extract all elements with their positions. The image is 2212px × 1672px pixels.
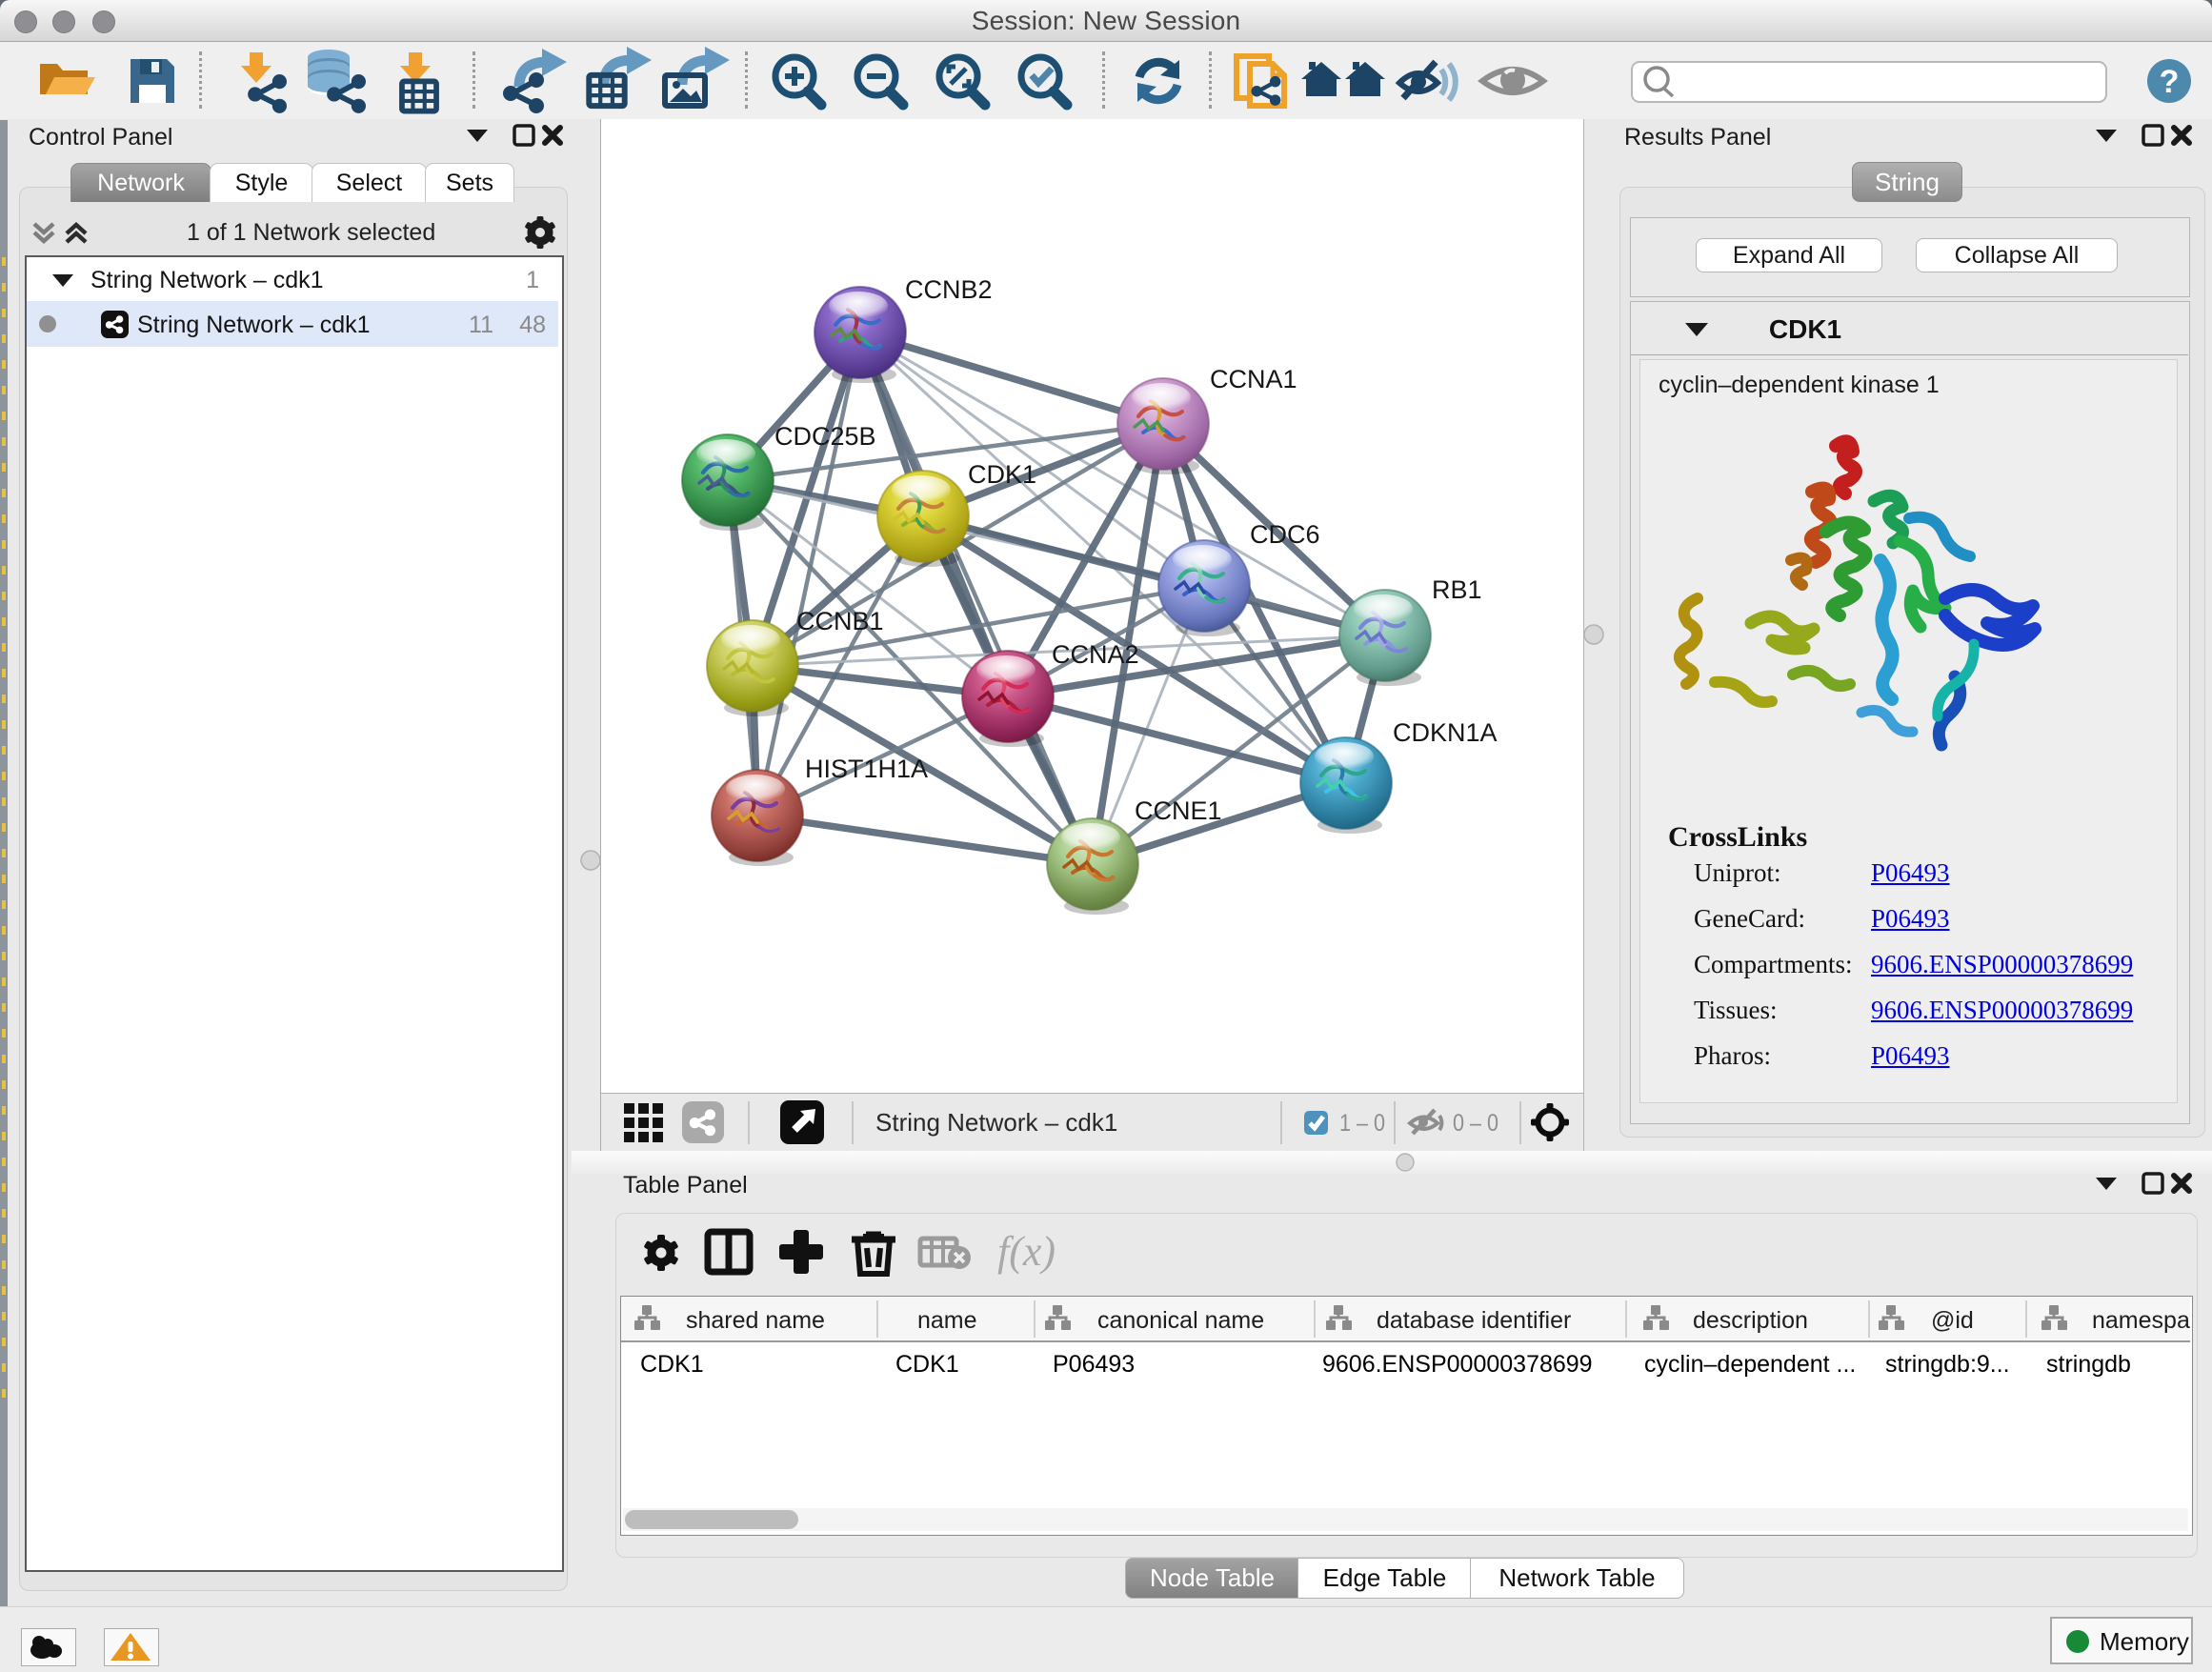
svg-text:P06493: P06493 bbox=[1053, 1351, 1135, 1378]
svg-text:String Network – cdk1: String Network – cdk1 bbox=[875, 1108, 1117, 1137]
svg-text:CCNE1: CCNE1 bbox=[1135, 796, 1222, 825]
svg-text:9606.ENSP00000378699: 9606.ENSP00000378699 bbox=[1322, 1351, 1593, 1378]
svg-text:name: name bbox=[917, 1307, 977, 1334]
svg-text:stringdb:9...: stringdb:9... bbox=[1885, 1351, 2010, 1378]
svg-text:String Network – cdk1: String Network – cdk1 bbox=[137, 312, 371, 338]
svg-text:1: 1 bbox=[526, 267, 539, 293]
svg-text:CDC6: CDC6 bbox=[1250, 520, 1320, 549]
svg-text:CCNA1: CCNA1 bbox=[1210, 365, 1297, 393]
svg-text:CDKN1A: CDKN1A bbox=[1393, 718, 1498, 747]
svg-text:CDK1: CDK1 bbox=[640, 1351, 704, 1378]
svg-text:canonical name: canonical name bbox=[1097, 1307, 1264, 1334]
svg-text:database identifier: database identifier bbox=[1377, 1307, 1571, 1334]
svg-text:1 of 1 Network selected: 1 of 1 Network selected bbox=[187, 219, 435, 246]
svg-text:shared name: shared name bbox=[686, 1307, 825, 1334]
svg-text:0 – 0: 0 – 0 bbox=[1453, 1110, 1498, 1137]
svg-text:CCNB2: CCNB2 bbox=[905, 275, 993, 304]
svg-text:cyclin–dependent ...: cyclin–dependent ... bbox=[1644, 1351, 1856, 1378]
svg-text:RB1: RB1 bbox=[1432, 575, 1482, 604]
svg-text:1 – 0: 1 – 0 bbox=[1339, 1110, 1385, 1137]
svg-text:CDK1: CDK1 bbox=[968, 460, 1036, 489]
svg-text:CCNB1: CCNB1 bbox=[796, 607, 884, 635]
svg-text:CDC25B: CDC25B bbox=[774, 422, 876, 451]
svg-text:description: description bbox=[1693, 1307, 1808, 1334]
svg-text:48: 48 bbox=[519, 312, 546, 338]
svg-text:f(x): f(x) bbox=[997, 1228, 1056, 1275]
svg-text:11: 11 bbox=[469, 312, 493, 338]
svg-text:CCNA2: CCNA2 bbox=[1052, 640, 1139, 669]
svg-text:CDK1: CDK1 bbox=[1769, 314, 1841, 344]
svg-text:?: ? bbox=[2160, 64, 2180, 100]
svg-text:String Network – cdk1: String Network – cdk1 bbox=[90, 267, 324, 293]
svg-text:@id: @id bbox=[1931, 1307, 1974, 1334]
svg-text:HIST1H1A: HIST1H1A bbox=[805, 755, 928, 783]
svg-text:stringdb: stringdb bbox=[2046, 1351, 2131, 1378]
svg-text:CDK1: CDK1 bbox=[895, 1351, 959, 1378]
svg-text:Memory: Memory bbox=[2100, 1627, 2189, 1656]
svg-text:namespac: namespac bbox=[2092, 1307, 2190, 1334]
